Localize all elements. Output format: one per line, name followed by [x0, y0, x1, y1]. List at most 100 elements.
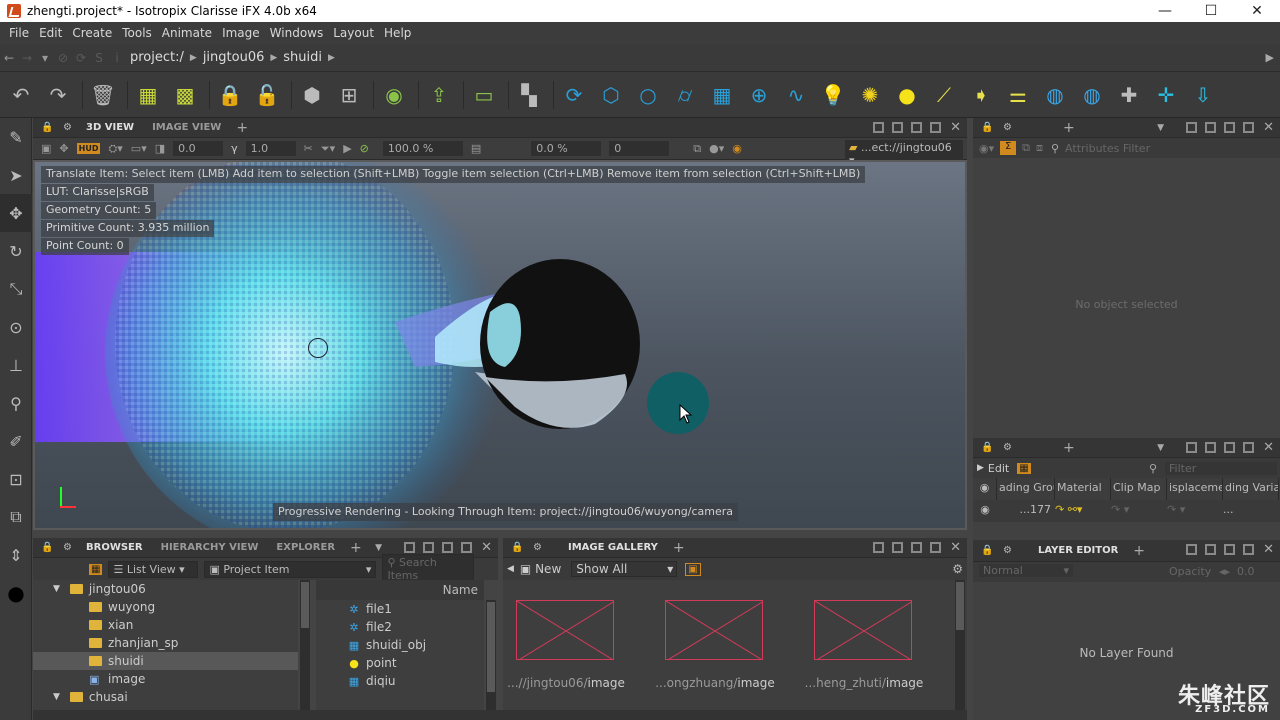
snapshot-icon[interactable]: ⧉ — [693, 142, 701, 156]
dropdown-icon[interactable]: ▼ — [369, 543, 388, 553]
browser-options-icon[interactable]: ▦ — [89, 563, 103, 575]
expand-icon[interactable]: ◀ — [507, 564, 514, 574]
menu-help[interactable]: Help — [379, 26, 416, 40]
pencil-icon[interactable]: ✎ — [0, 118, 32, 156]
list-item-point[interactable]: ● point — [316, 654, 484, 672]
stamp-icon[interactable]: ⊥ — [0, 346, 32, 384]
back-arrow-icon[interactable]: ← — [0, 51, 18, 65]
shading-icon[interactable]: ● — [0, 574, 32, 612]
sphere-shading-icon[interactable]: ●▾ — [709, 142, 724, 155]
spotlight-icon[interactable]: ⟋ — [929, 80, 959, 110]
row-displacement-icon[interactable]: ↷ ▾ — [1167, 500, 1223, 522]
gamma-field[interactable]: 1.0 — [245, 141, 296, 156]
close-panel-icon[interactable]: ✕ — [481, 540, 492, 555]
opacity-field[interactable]: 0.0 — [1237, 565, 1255, 578]
offset-field[interactable]: 0.0 % — [531, 141, 602, 156]
filter-input[interactable]: Filter — [1165, 461, 1277, 475]
tab-3d-view[interactable]: 3D VIEW — [77, 122, 143, 133]
reference-icon[interactable]: ◉ — [379, 80, 409, 110]
layout-icons[interactable] — [1178, 442, 1254, 453]
forward-arrow-icon[interactable]: → — [18, 51, 36, 65]
column-name[interactable]: Name — [316, 580, 484, 600]
row-variable-more[interactable]: ... — [1223, 500, 1279, 522]
image-thumbnail[interactable] — [665, 600, 763, 660]
list-item-file1[interactable]: ✲ file1 — [316, 600, 484, 618]
video-camera-icon[interactable]: ▶ — [343, 142, 351, 155]
rotate-icon[interactable]: ⟳ — [559, 80, 589, 110]
menu-create[interactable]: Create — [67, 26, 117, 40]
list-item-file2[interactable]: ✲ file2 — [316, 618, 484, 636]
column-shading-group[interactable]: ading Grou — [997, 478, 1055, 500]
rotate-tool-icon[interactable]: ↻ — [0, 232, 32, 270]
column-clip-map[interactable]: Clip Map — [1111, 478, 1167, 500]
lock-icon[interactable]: 🔒 — [41, 542, 55, 554]
add-icon[interactable]: ✛ — [1151, 80, 1181, 110]
comment-icon[interactable]: ▭ — [469, 80, 499, 110]
dropdown-icon[interactable]: ▼ — [1151, 443, 1170, 453]
layout-icons[interactable] — [865, 122, 941, 133]
point-light-icon[interactable]: ● — [892, 80, 922, 110]
panel-settings-icon[interactable]: ⚙ — [1003, 545, 1017, 557]
zoom-field[interactable]: 100.0 % — [382, 141, 463, 156]
panel-settings-icon[interactable]: ⚙ — [1003, 442, 1017, 454]
globe-icon[interactable]: ◍ — [1077, 80, 1107, 110]
menu-windows[interactable]: Windows — [265, 26, 329, 40]
add-tab-icon[interactable]: + — [344, 540, 368, 556]
row-eye-icon[interactable]: ◉ — [973, 500, 997, 522]
sigma-icon[interactable]: Σ — [1000, 141, 1017, 155]
grid-icon[interactable]: ▦ — [707, 80, 737, 110]
pivot-icon[interactable]: ⊙ — [0, 308, 32, 346]
light-bulb-icon[interactable]: 💡 — [818, 80, 848, 110]
close-panel-icon[interactable]: ✕ — [1263, 120, 1274, 135]
redo-icon[interactable]: ↷ — [43, 80, 73, 110]
close-panel-icon[interactable]: ✕ — [950, 120, 961, 135]
edit-menu[interactable]: Edit — [988, 462, 1009, 475]
menu-image[interactable]: Image — [217, 26, 265, 40]
tree-item-xian[interactable]: xian — [33, 616, 298, 634]
collapse-arrow-icon[interactable]: ▼ — [53, 584, 60, 594]
history-dropdown-icon[interactable]: ▾ — [36, 51, 54, 65]
link-icon[interactable]: ⊘ — [54, 51, 72, 65]
sky-icon[interactable]: ◍ — [1040, 80, 1070, 110]
tree-item-jingtou06[interactable]: ▼ jingtou06 — [33, 580, 298, 598]
view-mode-select[interactable]: ☰ List View ▾ — [108, 560, 199, 578]
frame-field[interactable]: 0 — [609, 141, 670, 156]
tab-layer-editor[interactable]: LAYER EDITOR — [1029, 545, 1127, 556]
measure-icon[interactable]: ⇕ — [0, 536, 32, 574]
lock-icon[interactable]: 🔒 — [981, 122, 995, 134]
add-tab-icon[interactable]: + — [230, 120, 254, 136]
info-icon[interactable]: i — [108, 51, 126, 65]
shading-table-row[interactable]: ◉ ...177 ↷ ⚯▾ ↷ ▾ ↷ ▾ ... — [973, 500, 1280, 522]
filter-icon[interactable]: ⏷▾ — [321, 142, 335, 156]
breadcrumb-shuidi[interactable]: shuidi — [279, 50, 326, 65]
camera-target-icon[interactable] — [308, 338, 328, 358]
import-icon[interactable]: ⇪ — [424, 80, 454, 110]
brush-icon[interactable]: ✐ — [0, 422, 32, 460]
minimize-button[interactable]: — — [1142, 0, 1188, 22]
render-toggle-icon[interactable]: ⊘ — [360, 142, 369, 155]
layout-icons[interactable] — [396, 542, 472, 553]
navigation-icon[interactable]: ✥ — [59, 142, 68, 155]
breadcrumb-project[interactable]: project:/ — [126, 50, 188, 65]
display-mode-icon[interactable]: ⛭▾ — [108, 142, 122, 156]
lock-icon[interactable]: 🔒 — [41, 122, 55, 134]
breadcrumb-jingtou06[interactable]: jingtou06 — [199, 50, 269, 65]
expand-icon[interactable]: ▶ — [977, 463, 984, 473]
undo-icon[interactable]: ↶ — [6, 80, 36, 110]
compare-icon[interactable]: ▤ — [471, 142, 481, 155]
column-displacement[interactable]: isplaceme — [1167, 478, 1223, 500]
refresh-icon[interactable]: ⟳ — [72, 51, 90, 65]
transform-icon[interactable]: ✚ — [1114, 80, 1144, 110]
move-icon[interactable]: ✥ — [0, 194, 32, 232]
geosphere-icon[interactable]: ⊕ — [744, 80, 774, 110]
settings-gear-icon[interactable]: ⚙ — [952, 562, 963, 576]
lock-icon[interactable]: 🔒 — [981, 442, 995, 454]
column-shading-variable[interactable]: ding Varia — [1223, 478, 1279, 500]
curve-icon[interactable]: ∿ — [781, 80, 811, 110]
gallery-scrollbar[interactable] — [955, 580, 965, 710]
box-icon[interactable]: ⬢ — [297, 80, 327, 110]
eye-toggle-icon[interactable]: ◉ — [732, 142, 742, 155]
table-icon[interactable]: ▦ — [1017, 462, 1031, 474]
tree-item-shuidi[interactable]: shuidi — [33, 652, 298, 670]
paint-icon[interactable]: ⚲ — [0, 384, 32, 422]
